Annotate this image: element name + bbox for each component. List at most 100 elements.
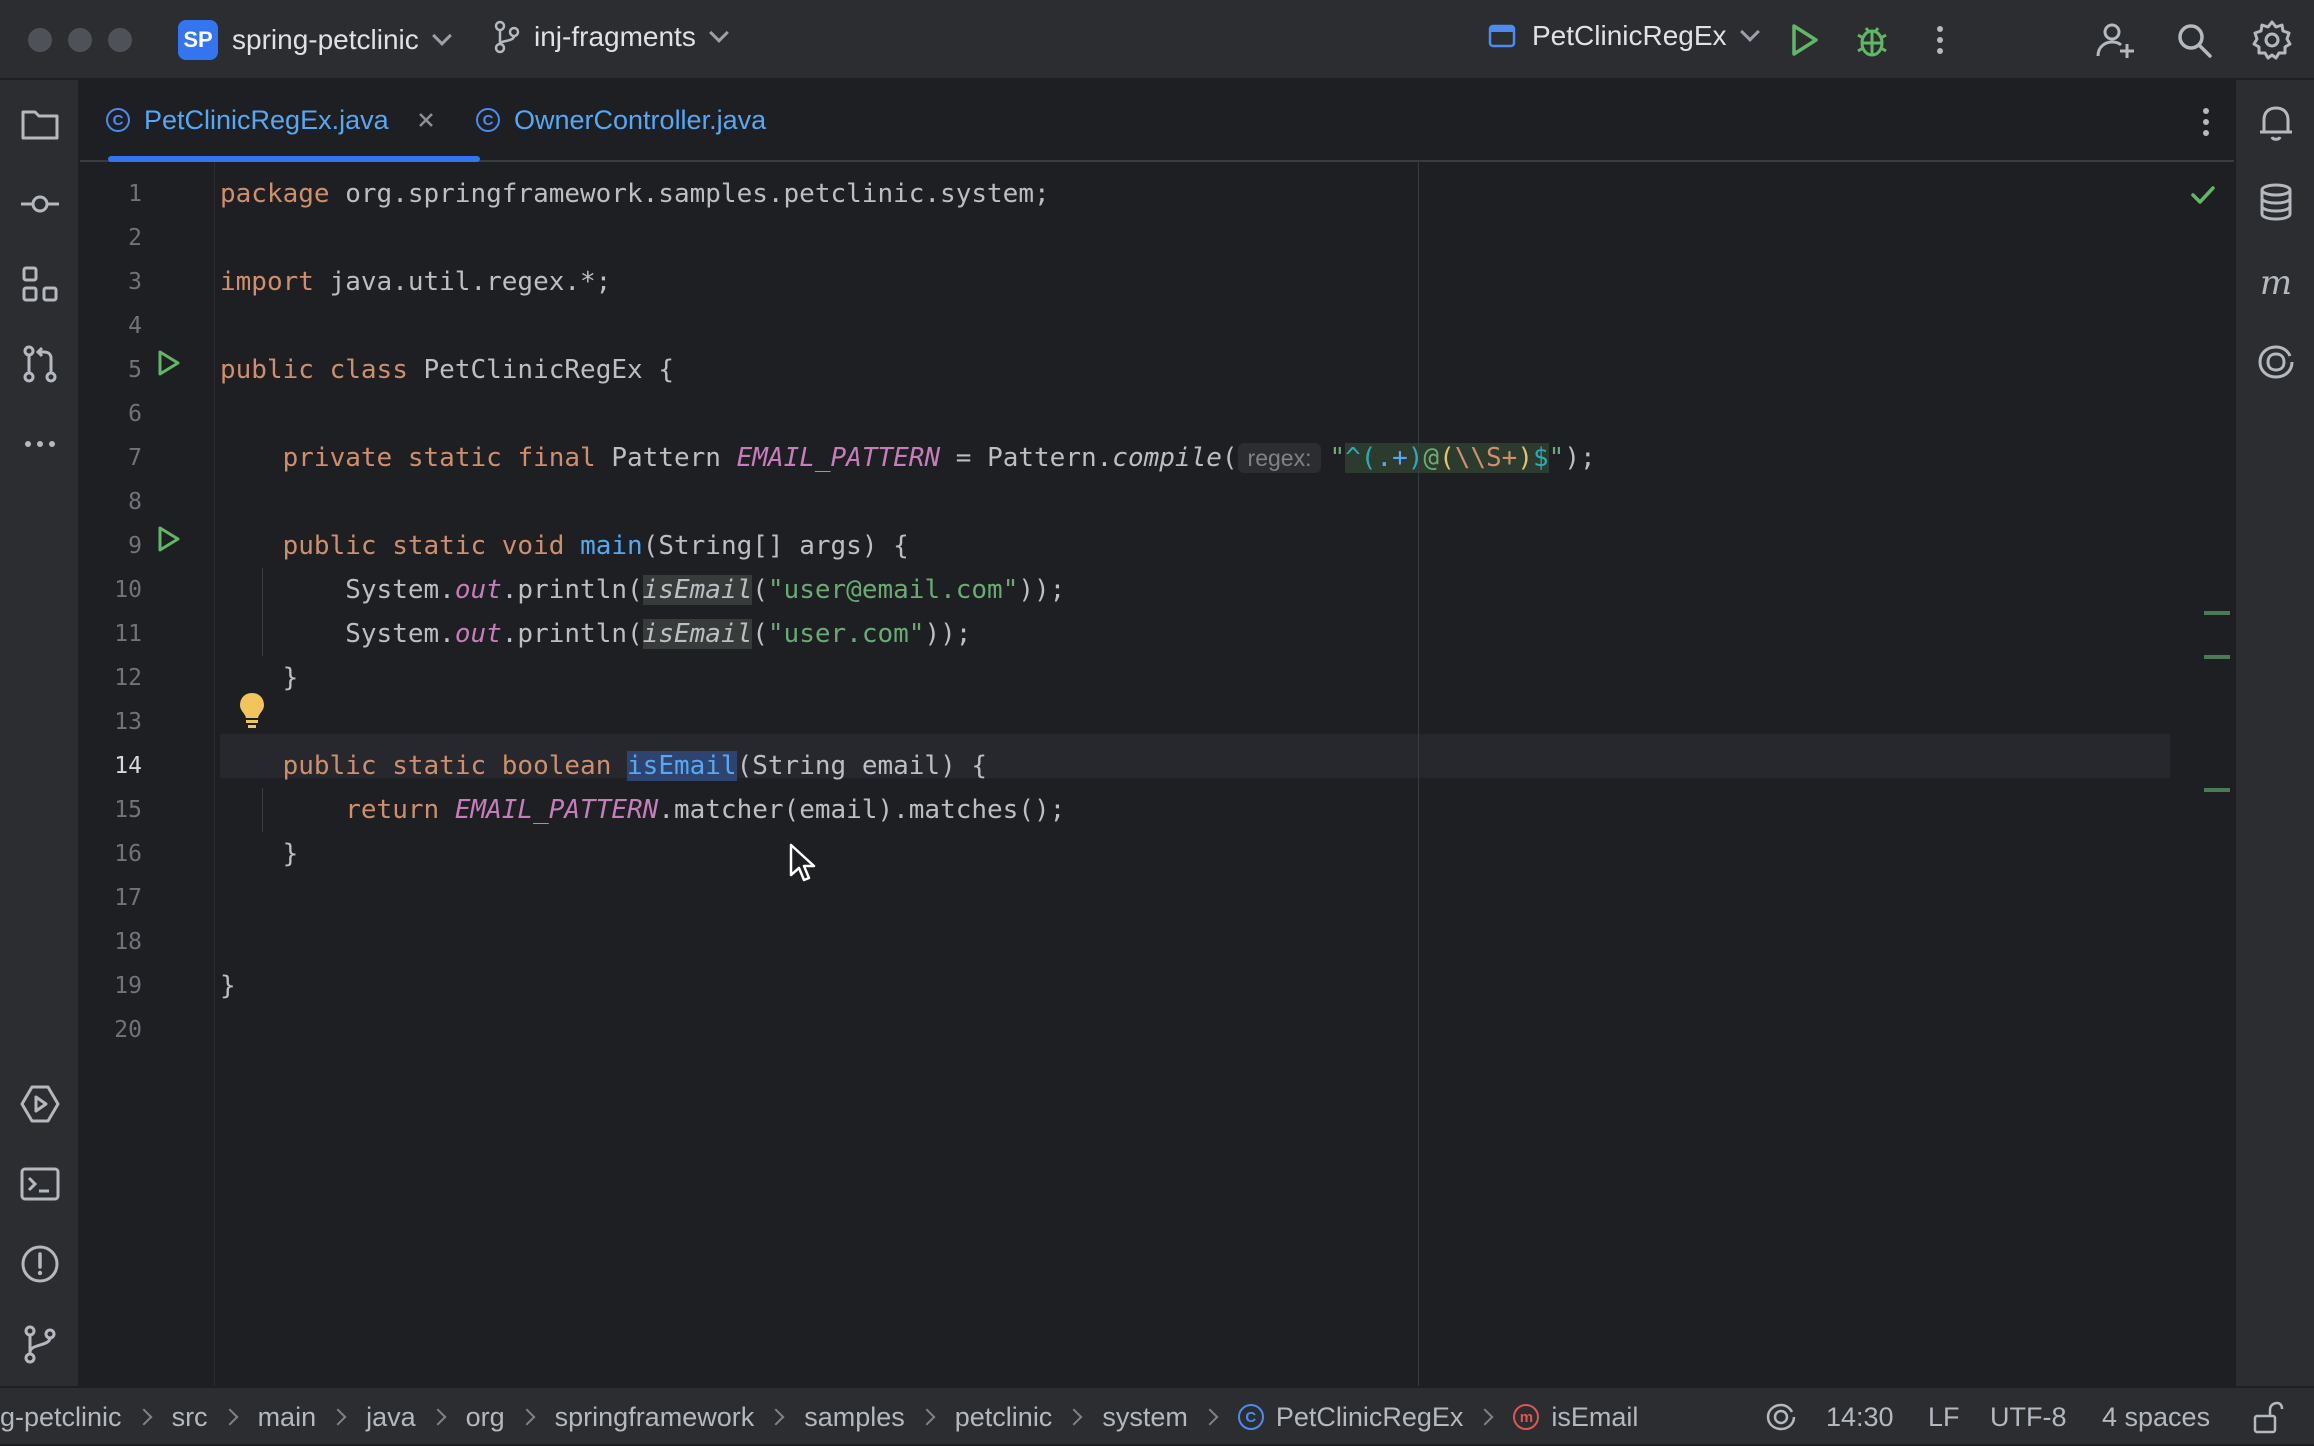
regex-token: @ <box>1423 443 1440 473</box>
file-encoding[interactable]: UTF-8 <box>1990 1388 2067 1446</box>
tab-options-icon[interactable] <box>2184 100 2228 144</box>
close-tab-icon[interactable] <box>417 111 435 129</box>
code-text: PetClinicRegEx { <box>407 355 674 385</box>
structure-icon[interactable] <box>18 262 62 306</box>
chevron-right-icon <box>135 1408 153 1426</box>
code-text: (String[] args) { <box>642 531 909 561</box>
zoom-window-button[interactable] <box>108 28 132 52</box>
regex-token: ( <box>1439 443 1455 473</box>
project-name: spring-petclinic <box>232 24 419 55</box>
code-text: ( <box>1221 443 1238 473</box>
tab-ownercontroller-java[interactable]: C OwnerController.java <box>476 80 766 160</box>
code-line-7: private static final Pattern EMAIL_PATTE… <box>220 436 1596 480</box>
breadcrumb-item[interactable]: system <box>1102 1402 1188 1433</box>
chevron-right-icon <box>918 1408 936 1426</box>
git-icon[interactable] <box>18 1322 62 1366</box>
method-call-isemail: isEmail <box>642 575 753 605</box>
breadcrumb-item[interactable]: src <box>172 1402 208 1433</box>
code-area[interactable]: package org.springframework.samples.petc… <box>220 162 2170 1386</box>
code-text: ( <box>752 619 768 649</box>
code-text: Pattern <box>595 443 737 473</box>
breadcrumb-item[interactable]: g-petclinic <box>0 1402 122 1433</box>
field-out: out <box>454 619 502 649</box>
problems-icon[interactable] <box>18 1242 62 1286</box>
keyword: static <box>407 443 502 473</box>
minimize-window-button[interactable] <box>68 28 92 52</box>
more-vertical-icon[interactable] <box>1918 18 1962 62</box>
run-config-name: PetClinicRegEx <box>1532 20 1727 51</box>
services-icon[interactable] <box>18 1082 62 1126</box>
terminal-icon[interactable] <box>18 1162 62 1206</box>
title-bar: SP spring-petclinic inj-fragments PetCli… <box>0 0 2314 80</box>
debug-icon[interactable] <box>1850 18 1894 62</box>
code-editor[interactable]: 1 2 3 4 5 6 7 8 9 10 11 12 13 14 15 16 1… <box>80 162 2234 1386</box>
branch-name: inj-fragments <box>534 21 696 52</box>
run-config-selector[interactable]: PetClinicRegEx <box>1488 20 1760 52</box>
line-number: 3 <box>128 269 142 295</box>
regex-token: $ <box>1533 443 1549 473</box>
code-text: org.springframework.samples.petclinic.sy… <box>329 179 1050 209</box>
search-icon[interactable] <box>2172 18 2216 62</box>
regex-token: ^( <box>1345 443 1377 473</box>
code-line-11: System.out.println(isEmail("user.com")); <box>220 612 971 656</box>
breadcrumb-method[interactable]: isEmail <box>1551 1402 1638 1433</box>
chevron-right-icon <box>221 1408 239 1426</box>
ai-assistant-status-icon[interactable] <box>1764 1388 1798 1446</box>
run-main-gutter-icon[interactable] <box>153 524 183 554</box>
line-number: 18 <box>114 929 142 955</box>
keyword: public <box>282 531 377 561</box>
close-window-button[interactable] <box>28 28 52 52</box>
tab-petclinicregex-java[interactable]: C PetClinicRegEx.java <box>106 80 480 162</box>
more-icon[interactable] <box>18 422 62 466</box>
settings-gear-icon[interactable] <box>2250 18 2294 62</box>
code-text: } <box>220 971 236 1001</box>
indent-setting[interactable]: 4 spaces <box>2102 1388 2210 1446</box>
method-call-isemail: isEmail <box>642 619 753 649</box>
code-text: (String email) { <box>736 751 988 781</box>
keyword: package <box>220 179 330 209</box>
scrollbar-usage-marker[interactable] <box>2204 611 2230 615</box>
scrollbar-usage-marker[interactable] <box>2204 788 2230 792</box>
add-user-icon[interactable] <box>2094 18 2138 62</box>
pull-request-icon[interactable] <box>18 342 62 386</box>
breadcrumb-item[interactable]: main <box>258 1402 317 1433</box>
code-text: ( <box>752 575 768 605</box>
maven-icon[interactable]: m <box>2254 260 2298 304</box>
project-selector[interactable]: SP spring-petclinic <box>178 20 452 60</box>
folder-icon[interactable] <box>18 102 62 146</box>
code-text: System. <box>345 575 455 605</box>
regex-token: \\S+ <box>1454 443 1518 473</box>
breadcrumb-item[interactable]: samples <box>804 1402 905 1433</box>
scrollbar-usage-marker[interactable] <box>2204 655 2230 659</box>
breadcrumb-item[interactable]: springframework <box>555 1402 755 1433</box>
breadcrumb-class[interactable]: PetClinicRegEx <box>1276 1402 1464 1433</box>
no-problems-check-icon[interactable] <box>2188 180 2218 210</box>
breadcrumb-item[interactable]: org <box>466 1402 505 1433</box>
keyword: void <box>501 531 565 561</box>
constant-email-pattern: EMAIL_PATTERN <box>736 443 941 473</box>
project-badge: SP <box>178 20 218 60</box>
line-number-current: 14 <box>114 753 142 779</box>
branch-selector[interactable]: inj-fragments <box>492 20 729 54</box>
notifications-icon[interactable] <box>2254 100 2298 144</box>
run-icon[interactable] <box>1782 18 1826 62</box>
line-number: 12 <box>114 665 142 691</box>
chevron-down-icon <box>708 23 729 43</box>
line-ending[interactable]: LF <box>1928 1388 1960 1446</box>
ai-assistant-icon[interactable] <box>2254 340 2298 384</box>
breadcrumb-item[interactable]: java <box>366 1402 416 1433</box>
database-icon[interactable] <box>2254 180 2298 224</box>
breadcrumb-item[interactable]: petclinic <box>955 1402 1053 1433</box>
caret-position[interactable]: 14:30 <box>1826 1388 1894 1446</box>
chevron-right-icon <box>767 1408 785 1426</box>
line-number: 1 <box>128 181 142 207</box>
line-number: 8 <box>128 489 142 515</box>
parameter-hint: regex: <box>1237 443 1322 473</box>
run-class-gutter-icon[interactable] <box>153 348 183 378</box>
lock-icon[interactable] <box>2250 1388 2284 1446</box>
commit-icon[interactable] <box>18 182 62 226</box>
string-literal: "user.com" <box>767 619 925 649</box>
code-line-1: package org.springframework.samples.petc… <box>220 172 1050 216</box>
run-config-icon <box>1488 24 1516 48</box>
chevron-right-icon <box>329 1408 347 1426</box>
